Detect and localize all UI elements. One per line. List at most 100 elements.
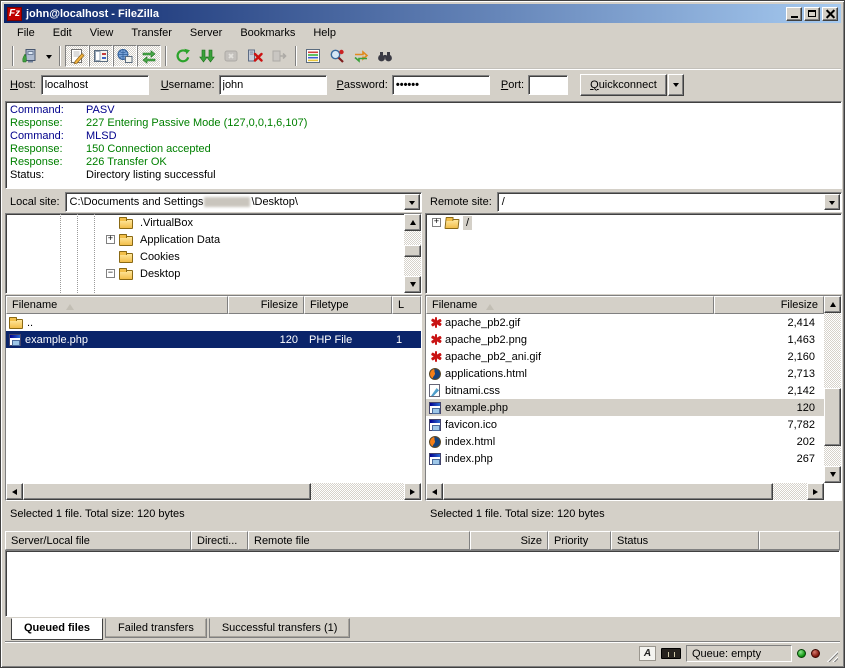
file-row[interactable]: apache_pb2_ani.gif 2,160 — [426, 348, 824, 365]
file-row[interactable]: apache_pb2.gif 2,414 — [426, 314, 824, 331]
remote-site-combo[interactable]: / — [497, 192, 842, 212]
scrollbar-thumb[interactable] — [23, 483, 311, 500]
expand-icon[interactable] — [432, 218, 441, 227]
scroll-down-button[interactable] — [824, 466, 841, 483]
process-queue-button[interactable] — [195, 45, 219, 67]
remote-site-dropdown-button[interactable] — [824, 194, 840, 210]
resize-grip[interactable] — [825, 649, 838, 662]
reconnect-button[interactable] — [267, 45, 291, 67]
expand-icon[interactable] — [106, 235, 115, 244]
tree-item-root[interactable]: / — [426, 214, 841, 231]
remote-list-hscrollbar[interactable] — [426, 483, 824, 500]
refresh-button[interactable] — [171, 45, 195, 67]
tree-item-desktop[interactable]: Desktop — [6, 265, 421, 282]
toggle-local-tree-button[interactable] — [89, 45, 113, 67]
file-row[interactable]: index.html 202 — [426, 433, 824, 450]
site-manager-dropdown-button[interactable] — [42, 45, 55, 67]
find-files-button[interactable] — [373, 45, 397, 67]
maximize-button[interactable] — [804, 7, 820, 21]
log-line-label: Status: — [10, 169, 86, 182]
password-input[interactable] — [392, 75, 490, 95]
data-type-indicator-icon[interactable] — [639, 646, 656, 661]
apache-image-icon — [429, 350, 442, 363]
local-site-dropdown-button[interactable] — [404, 194, 420, 210]
scroll-left-button[interactable] — [6, 483, 23, 500]
close-button[interactable] — [822, 7, 838, 21]
local-list-hscrollbar[interactable] — [6, 483, 421, 500]
compare-directories-button[interactable] — [325, 45, 349, 67]
scrollbar-thumb[interactable] — [443, 483, 773, 500]
menu-view[interactable]: View — [81, 25, 123, 41]
maximize-icon — [808, 10, 816, 17]
file-row[interactable]: apache_pb2.png 1,463 — [426, 331, 824, 348]
tab-queued-files[interactable]: Queued files — [11, 618, 103, 640]
encryption-indicator-icon[interactable] — [661, 648, 681, 659]
tab-failed-transfers[interactable]: Failed transfers — [105, 618, 207, 638]
column-header-status[interactable]: Status — [611, 531, 759, 550]
column-header-filesize[interactable]: Filesize — [228, 296, 304, 314]
arrow-left-icon — [9, 489, 17, 495]
filezilla-window: john@localhost - FileZilla File Edit Vie… — [0, 0, 845, 668]
css-file-icon — [429, 384, 440, 397]
sync-browsing-icon — [353, 48, 369, 64]
scroll-up-button[interactable] — [404, 214, 421, 231]
scroll-right-button[interactable] — [404, 483, 421, 500]
menu-bookmarks[interactable]: Bookmarks — [231, 25, 304, 41]
column-header-filetype[interactable]: Filetype — [304, 296, 392, 314]
column-header-filename[interactable]: Filename — [6, 296, 228, 314]
file-row[interactable]: index.php 267 — [426, 450, 824, 467]
local-tree-icon — [93, 48, 109, 64]
port-input[interactable] — [528, 75, 568, 95]
file-row[interactable]: favicon.ico 7,782 — [426, 416, 824, 433]
scroll-right-button[interactable] — [807, 483, 824, 500]
chevron-down-icon — [409, 201, 415, 208]
quickconnect-button[interactable]: Quickconnect — [580, 74, 667, 96]
column-header-last-modified[interactable]: L — [392, 296, 421, 314]
menu-edit[interactable]: Edit — [44, 25, 81, 41]
minimize-button[interactable] — [786, 7, 802, 21]
file-row-example-php[interactable]: example.php 120 — [426, 399, 824, 416]
tree-item-virtualbox[interactable]: .VirtualBox — [6, 214, 421, 231]
disconnect-button[interactable] — [243, 45, 267, 67]
toggle-remote-tree-button[interactable] — [113, 45, 137, 67]
file-row-example-php[interactable]: example.php 120 PHP File 1 — [6, 331, 421, 348]
scroll-left-button[interactable] — [426, 483, 443, 500]
toggle-message-log-button[interactable] — [65, 45, 89, 67]
menu-transfer[interactable]: Transfer — [122, 25, 181, 41]
scroll-up-button[interactable] — [824, 296, 841, 313]
file-row-parent-dir[interactable]: .. — [6, 314, 421, 331]
scrollbar-thumb[interactable] — [404, 245, 421, 257]
menu-server[interactable]: Server — [181, 25, 231, 41]
column-header-remote-file[interactable]: Remote file — [248, 531, 470, 550]
log-line-text: 227 Entering Passive Mode (127,0,0,1,6,1… — [86, 117, 307, 130]
column-header-priority[interactable]: Priority — [548, 531, 611, 550]
filter-button[interactable] — [301, 45, 325, 67]
host-input[interactable] — [41, 75, 149, 95]
scrollbar-thumb[interactable] — [824, 388, 841, 446]
cancel-operation-button[interactable] — [219, 45, 243, 67]
synchronized-browsing-button[interactable] — [349, 45, 373, 67]
remote-list-vscrollbar[interactable] — [824, 296, 841, 483]
tree-item-cookies[interactable]: Cookies — [6, 248, 421, 265]
disconnect-icon — [247, 48, 263, 64]
menu-file[interactable]: File — [8, 25, 44, 41]
collapse-icon[interactable] — [106, 269, 115, 278]
column-header-filename[interactable]: Filename — [426, 296, 714, 314]
local-tree-scrollbar[interactable] — [404, 214, 421, 293]
folder-icon — [119, 219, 133, 229]
quickconnect-dropdown-button[interactable] — [668, 74, 684, 96]
column-header-direction[interactable]: Directi... — [191, 531, 248, 550]
username-input[interactable] — [219, 75, 327, 95]
tree-item-application-data[interactable]: Application Data — [6, 231, 421, 248]
site-manager-button[interactable] — [18, 45, 42, 67]
toggle-transfer-queue-button[interactable] — [137, 45, 161, 67]
column-header-filesize[interactable]: Filesize — [714, 296, 824, 314]
file-row[interactable]: applications.html 2,713 — [426, 365, 824, 382]
file-row[interactable]: bitnami.css 2,142 — [426, 382, 824, 399]
column-header-size[interactable]: Size — [470, 531, 548, 550]
scroll-down-button[interactable] — [404, 276, 421, 293]
column-header-server-local-file[interactable]: Server/Local file — [5, 531, 191, 550]
menu-help[interactable]: Help — [304, 25, 345, 41]
tab-successful-transfers[interactable]: Successful transfers (1) — [209, 618, 351, 638]
local-site-combo[interactable]: C:\Documents and Settings\Desktop\ — [65, 192, 422, 212]
